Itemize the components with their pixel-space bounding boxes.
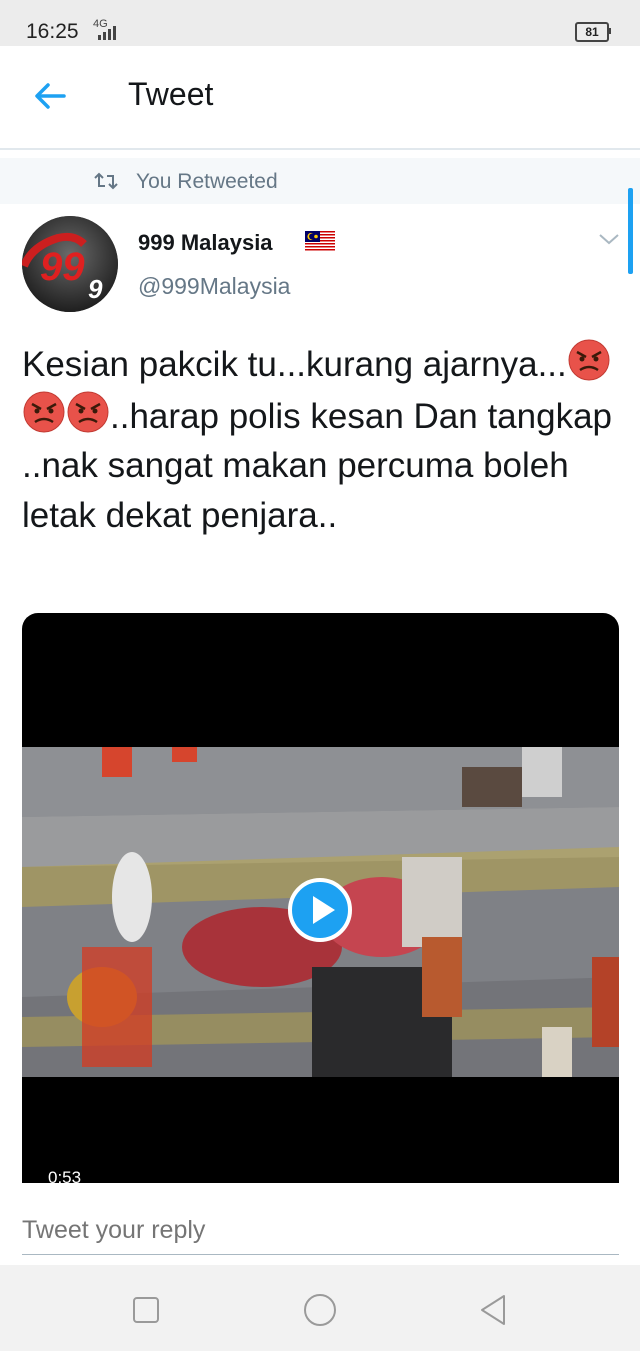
tweet-text-part2: ..harap polis kesan Dan tangkap ..nak sa… — [22, 396, 622, 535]
avatar-logo-icon: 99 9 — [22, 216, 118, 312]
home-circle-icon[interactable] — [300, 1290, 340, 1330]
page-title: Tweet — [128, 76, 214, 112]
author-display-name[interactable]: 999 Malaysia — [138, 230, 273, 256]
angry-face-icon — [23, 391, 65, 432]
back-arrow-icon[interactable] — [30, 76, 70, 116]
angry-face-icon — [568, 339, 610, 381]
svg-text:9: 9 — [88, 274, 103, 304]
spacer — [0, 150, 640, 158]
reply-underline — [22, 1254, 619, 1255]
angry-face-icon — [67, 391, 109, 432]
recents-square-icon[interactable] — [126, 1290, 166, 1330]
author-handle[interactable]: @999Malaysia — [138, 273, 290, 300]
tweet-text: Kesian pakcik tu...kurang ajarnya... ..ha… — [22, 338, 622, 540]
tweet-text-part1: Kesian pakcik tu...kurang ajarnya... — [22, 345, 567, 384]
reply-input[interactable] — [22, 1208, 618, 1252]
app-header: Tweet — [0, 46, 640, 150]
back-triangle-icon[interactable] — [474, 1290, 514, 1330]
signal-icon — [98, 26, 116, 40]
video-player[interactable] — [22, 613, 619, 1183]
svg-text:99: 99 — [40, 245, 85, 289]
chevron-down-icon[interactable] — [598, 232, 620, 246]
retweet-label: You Retweeted — [136, 170, 278, 193]
battery-indicator: 81 — [575, 22, 609, 42]
avatar[interactable]: 99 9 — [22, 216, 118, 312]
malaysia-flag-icon — [305, 231, 335, 251]
battery-tip — [609, 28, 611, 34]
play-icon[interactable] — [288, 878, 352, 942]
retweet-icon — [94, 172, 118, 190]
scroll-indicator — [628, 188, 633, 274]
status-time: 16:25 — [26, 20, 79, 43]
